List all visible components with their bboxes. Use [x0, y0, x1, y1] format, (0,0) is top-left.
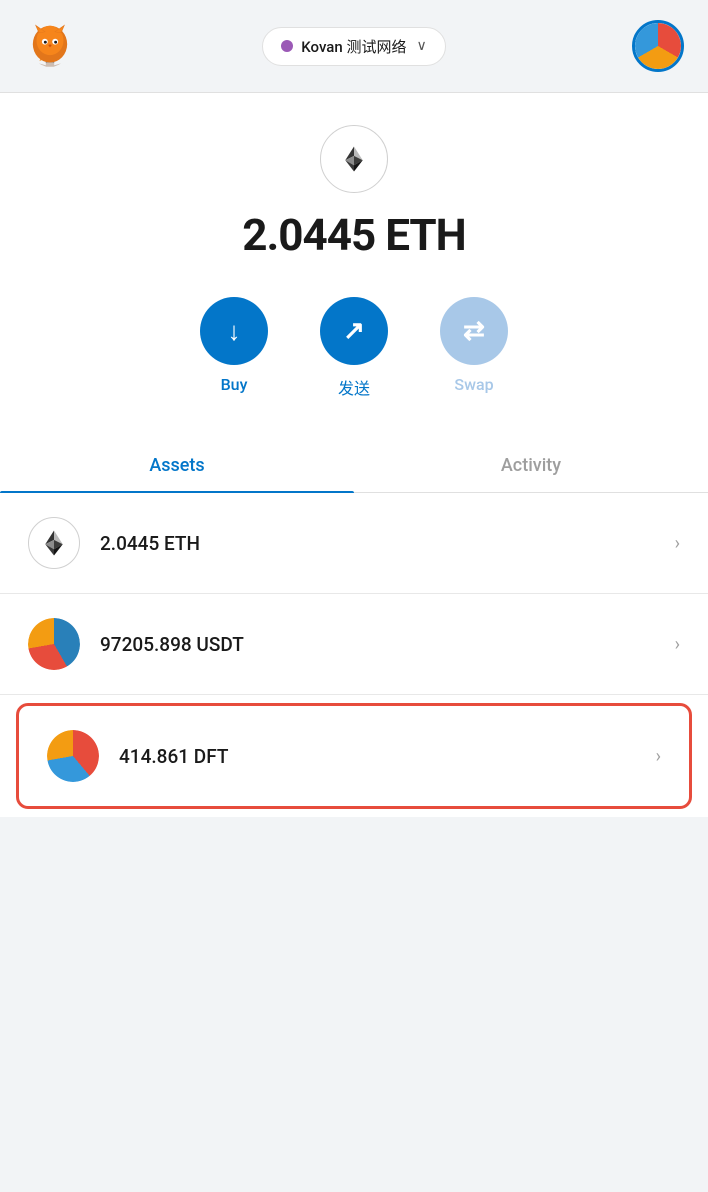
action-buttons: ↓ Buy ↗ 发送 ⇄ Swap	[200, 297, 508, 399]
swap-label: Swap	[454, 375, 493, 394]
usdt-balance: 97205.898 USDT	[100, 633, 675, 656]
swap-icon: ⇄	[463, 316, 485, 346]
asset-item-dft[interactable]: 414.861 DFT ›	[16, 703, 692, 809]
eth-asset-icon	[28, 517, 80, 569]
main-content: 2.0445 ETH ↓ Buy ↗ 发送 ⇄ Swap Assets Ac	[0, 93, 708, 817]
network-name: Kovan 测试网络	[301, 36, 406, 57]
metamask-logo	[24, 18, 76, 74]
send-button[interactable]: ↗	[320, 297, 388, 365]
asset-item-usdt[interactable]: 97205.898 USDT ›	[0, 594, 708, 695]
eth-token-icon	[320, 125, 388, 193]
dft-balance: 414.861 DFT	[119, 745, 656, 768]
network-selector[interactable]: Kovan 测试网络 ∨	[262, 27, 445, 66]
eth-balance: 2.0445 ETH	[100, 532, 675, 555]
eth-chevron-icon: ›	[675, 533, 680, 554]
asset-item-eth[interactable]: 2.0445 ETH ›	[0, 493, 708, 594]
wallet-balance: 2.0445 ETH	[242, 209, 465, 261]
network-dot	[281, 40, 293, 52]
buy-button[interactable]: ↓	[200, 297, 268, 365]
dft-chevron-icon: ›	[656, 746, 661, 767]
chevron-down-icon: ∨	[416, 38, 426, 54]
tab-assets[interactable]: Assets	[0, 439, 354, 492]
send-label: 发送	[338, 375, 370, 399]
send-action[interactable]: ↗ 发送	[320, 297, 388, 399]
swap-button[interactable]: ⇄	[440, 297, 508, 365]
usdt-chevron-icon: ›	[675, 634, 680, 655]
swap-action[interactable]: ⇄ Swap	[440, 297, 508, 394]
avatar[interactable]	[632, 20, 684, 72]
header: Kovan 测试网络 ∨	[0, 0, 708, 93]
usdt-asset-icon	[28, 618, 80, 670]
send-icon: ↗	[343, 316, 365, 346]
buy-icon: ↓	[228, 316, 241, 347]
tab-activity[interactable]: Activity	[354, 439, 708, 492]
avatar-inner	[635, 23, 681, 69]
tabs: Assets Activity	[0, 439, 708, 493]
buy-label: Buy	[221, 375, 248, 394]
asset-list: 2.0445 ETH › 97205.898 USDT › 414.861 DF…	[0, 493, 708, 817]
dft-asset-icon	[47, 730, 99, 782]
buy-action[interactable]: ↓ Buy	[200, 297, 268, 394]
